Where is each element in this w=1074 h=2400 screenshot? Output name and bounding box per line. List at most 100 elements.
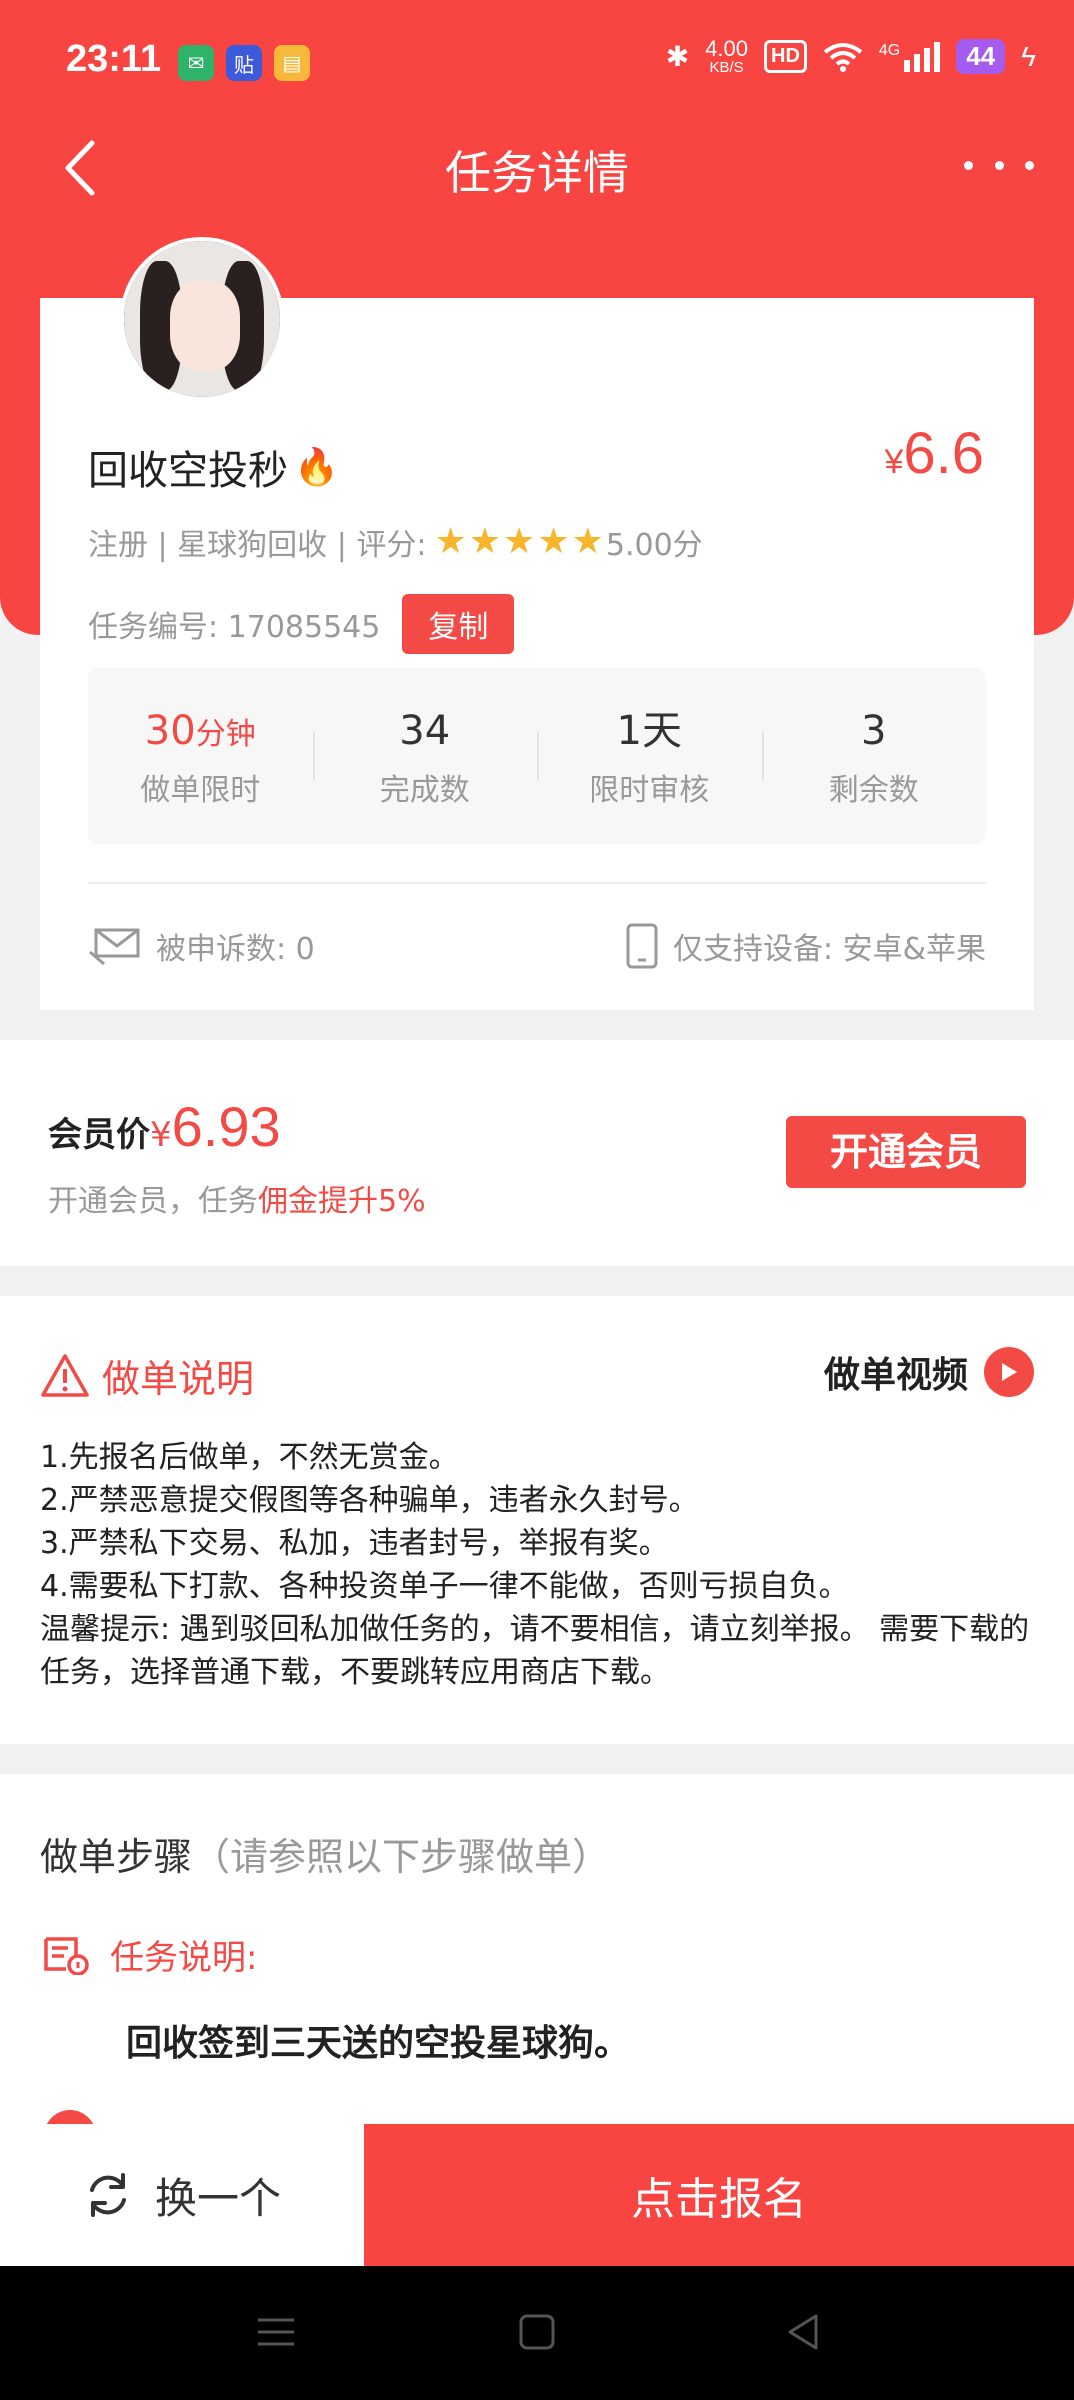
task-title-text: 回收空投秒 [88, 448, 288, 494]
price-value: 6.6 [903, 421, 984, 486]
task-number-text: 任务编号: 17085545 [88, 610, 381, 645]
star-icon: ★ [571, 521, 604, 562]
network-speed-unit: KB/S [709, 59, 744, 76]
member-benefit-highlight: 佣金提升5% [258, 1184, 426, 1219]
complaint-count: 被申诉数: 0 [88, 924, 315, 968]
play-icon[interactable] [984, 1347, 1034, 1397]
charging-icon: ϟ [1021, 40, 1036, 72]
supported-devices: 仅支持设备: 安卓&苹果 [625, 923, 986, 969]
bottom-action-bar: 换一个 点击报名 [0, 2124, 1074, 2266]
steps-title: 做单步骤 [40, 1835, 193, 1879]
complaint-text: 被申诉数: 0 [156, 932, 315, 967]
devices-text: 仅支持设备: 安卓&苹果 [672, 932, 986, 967]
stat-time-limit: 30分钟 做单限时 [88, 703, 313, 809]
stat-label: 做单限时 [140, 773, 261, 808]
home-icon[interactable] [515, 2310, 559, 2354]
member-benefit-text: 开通会员，任务 [48, 1184, 258, 1219]
back-nav-icon[interactable] [782, 2310, 826, 2354]
member-price-value: 6.93 [171, 1095, 281, 1158]
notification-icons: ✉ 贴 ▤ [178, 45, 310, 81]
instructions-section: 做单说明 做单视频 1.先报名后做单，不然无赏金。 2.严禁恶意提交假图等各种骗… [0, 1296, 1074, 1744]
star-icon: ★ [537, 521, 570, 562]
star-icon: ★ [434, 521, 467, 562]
page-title: 任务详情 [445, 146, 629, 200]
steps-section: 做单步骤（请参照以下步骤做单） 任务说明: 回收签到三天送的空投星球狗。 [0, 1774, 1074, 2162]
system-navigation-bar [0, 2266, 1074, 2400]
instruction-line: 温馨提示: 遇到驳回私加做任务的，请不要相信，请立刻举报。 需要下载的任务，选择… [40, 1612, 1030, 1690]
signal-type: 4G [878, 41, 901, 59]
step-body: 回收签到三天送的空投星球狗。 [126, 2023, 631, 2064]
rating-score: 5.00分 [605, 528, 703, 563]
task-footer: 被申诉数: 0 仅支持设备: 安卓&苹果 [88, 906, 986, 986]
member-benefit: 开通会员，任务佣金提升5% [48, 1176, 426, 1220]
network-speed: 4.00 KB/S [705, 36, 749, 76]
member-section: 会员价 ¥ 6.93 开通会员，任务佣金提升5% 开通会员 [0, 1040, 1074, 1266]
network-speed-value: 4.00 [705, 36, 749, 61]
divider [88, 882, 986, 884]
task-price: ¥6.6 [884, 420, 984, 487]
reader-icon: ▤ [274, 45, 310, 81]
wechat-icon: ✉ [178, 45, 214, 81]
fire-icon: 🔥 [294, 447, 339, 488]
refresh-icon [89, 2173, 126, 2217]
member-price-symbol: ¥ [150, 1115, 172, 1155]
video-label: 做单视频 [823, 1355, 968, 1396]
stat-value: 1天 [616, 708, 682, 754]
status-time: 23:11 [66, 38, 162, 80]
instructions-text: 1.先报名后做单，不然无赏金。 2.严禁恶意提交假图等各种骗单，违者永久封号。 … [40, 1436, 1040, 1694]
stat-label: 剩余数 [828, 773, 919, 808]
instruction-line: 1.先报名后做单，不然无赏金。 [40, 1440, 459, 1475]
instruction-line: 2.严禁恶意提交假图等各种骗单，违者永久封号。 [40, 1483, 699, 1518]
task-stats: 30分钟 做单限时 34 完成数 1天 限时审核 3 剩余数 [88, 668, 986, 844]
steps-header: 做单步骤（请参照以下步骤做单） [40, 1826, 610, 1881]
bluetooth-icon: ✱ [665, 41, 690, 72]
phone-icon [626, 923, 658, 969]
complaint-icon [89, 928, 140, 966]
member-price-label: 会员价 [48, 1115, 150, 1155]
star-icon: ★ [468, 521, 502, 562]
task-card: 回收空投秒 🔥 ¥6.6 注册 | 星球狗回收 | 评分: ★ ★ ★ ★ ★ … [40, 298, 1034, 1010]
cell-signal-icon: 4G [878, 41, 941, 72]
task-meta: 注册 | 星球狗回收 | 评分: ★ ★ ★ ★ ★ 5.00分 [88, 520, 703, 564]
rating-stars: ★ ★ ★ ★ ★ [434, 524, 603, 560]
task-meta-text: 注册 | 星球狗回收 | 评分: [88, 528, 427, 563]
stat-review-limit: 1天 限时审核 [537, 703, 762, 809]
instructions-header: 做单说明 [40, 1348, 254, 1403]
status-bar: 23:11 ✉ 贴 ▤ ✱ 4.00 KB/S HD 4G 44 ϟ [0, 0, 1074, 125]
status-indicators: ✱ 4.00 KB/S HD 4G 44 ϟ [665, 36, 1036, 76]
task-number: 任务编号: 17085545 复制 [88, 594, 515, 654]
hd-badge: HD [764, 40, 807, 73]
instruction-line: 4.需要私下打款、各种投资单子一律不能做，否则亏损自负。 [40, 1569, 849, 1604]
open-membership-button[interactable]: 开通会员 [786, 1116, 1026, 1188]
stat-label: 完成数 [379, 773, 470, 808]
instructions-title: 做单说明 [102, 1357, 255, 1401]
step-task-description: 任务说明: [40, 1930, 257, 1979]
stat-label: 限时审核 [589, 773, 710, 808]
price-symbol: ¥ [884, 443, 904, 481]
task-title: 回收空投秒 🔥 [88, 438, 339, 496]
task-info-icon [44, 1936, 89, 1975]
warning-icon [41, 1353, 89, 1397]
battery-level: 44 [956, 39, 1006, 74]
steps-subtitle: （请参照以下步骤做单） [192, 1835, 611, 1879]
menu-icon[interactable] [254, 2310, 298, 2354]
star-icon: ★ [503, 521, 536, 562]
swap-task-button[interactable]: 换一个 [0, 2124, 364, 2266]
swap-label: 换一个 [154, 2173, 281, 2223]
stat-value: 3 [861, 708, 887, 754]
stat-remaining: 3 剩余数 [761, 703, 987, 809]
stat-completed: 34 完成数 [312, 703, 538, 809]
stat-value: 30分钟 [144, 708, 256, 754]
copy-button[interactable]: 复制 [402, 594, 515, 654]
member-price: 会员价 ¥ 6.93 [48, 1094, 281, 1159]
avatar [120, 237, 284, 401]
signup-button[interactable]: 点击报名 [364, 2124, 1074, 2266]
wifi-icon [823, 42, 863, 72]
tieba-icon: 贴 [226, 45, 262, 81]
navigation-bar: 任务详情 [0, 125, 1074, 215]
tutorial-video-link[interactable]: 做单视频 [824, 1346, 1034, 1398]
stat-value: 34 [399, 708, 451, 754]
step-label: 任务说明: [110, 1938, 258, 1978]
more-icon[interactable] [964, 135, 1034, 195]
instruction-line: 3.严禁私下交易、私加，违者封号，举报有奖。 [40, 1526, 669, 1561]
